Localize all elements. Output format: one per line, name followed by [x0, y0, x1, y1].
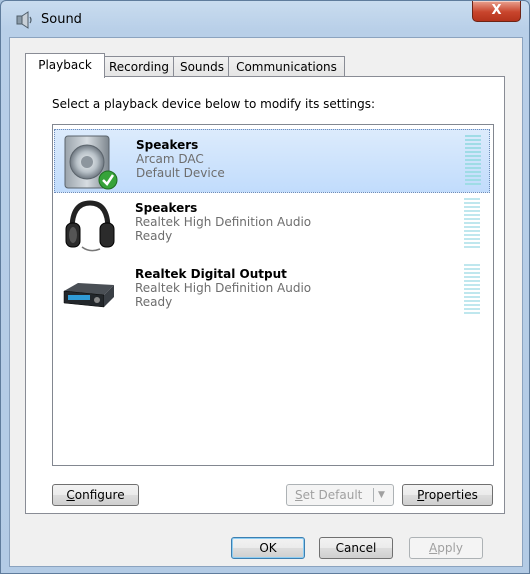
device-row-speakers-realtek[interactable]: Speakers Realtek High Definition Audio R…: [54, 193, 490, 257]
device-driver: Realtek High Definition Audio: [135, 215, 312, 229]
level-meter: [464, 264, 480, 314]
device-row-digital-output[interactable]: Realtek Digital Output Realtek High Defi…: [54, 259, 490, 323]
window-title: Sound: [41, 12, 82, 27]
device-driver: Arcam DAC: [136, 152, 204, 166]
title-bar[interactable]: Sound X: [1, 1, 529, 37]
ok-button[interactable]: OK: [231, 537, 305, 559]
tab-sounds[interactable]: Sounds: [173, 56, 231, 77]
device-row-speakers-arcam[interactable]: Speakers Arcam DAC Default Device: [54, 129, 490, 193]
level-meter: [464, 198, 480, 248]
cancel-button[interactable]: Cancel: [319, 537, 393, 559]
apply-button[interactable]: Apply: [409, 537, 483, 559]
configure-button[interactable]: Configure: [52, 484, 139, 506]
device-name: Realtek Digital Output: [135, 267, 287, 281]
close-icon: X: [491, 3, 502, 18]
device-list[interactable]: Speakers Arcam DAC Default Device Speake…: [52, 124, 494, 466]
close-button[interactable]: X: [472, 1, 521, 22]
device-text: Speakers Arcam DAC Default Device: [136, 138, 225, 180]
device-status: Ready: [135, 229, 173, 243]
chevron-down-icon[interactable]: ▼: [378, 485, 385, 505]
properties-button[interactable]: Properties: [402, 484, 493, 506]
tab-recording[interactable]: Recording: [102, 56, 176, 77]
device-text: Realtek Digital Output Realtek High Defi…: [135, 267, 311, 309]
playback-panel: Select a playback device below to modify…: [25, 76, 505, 514]
device-status: Ready: [135, 295, 173, 309]
device-text: Speakers Realtek High Definition Audio R…: [135, 201, 311, 243]
digital-receiver-icon: [63, 283, 114, 308]
speaker-title-icon: [16, 11, 32, 29]
device-status: Default Device: [136, 166, 225, 180]
device-name: Speakers: [135, 201, 198, 215]
instruction-text: Select a playback device below to modify…: [52, 97, 376, 111]
level-meter: [465, 135, 481, 185]
tab-communications[interactable]: Communications: [228, 56, 345, 77]
device-name: Speakers: [136, 138, 199, 152]
set-default-button[interactable]: Set Default ▼: [286, 484, 394, 506]
set-default-divider: [373, 488, 374, 502]
device-driver: Realtek High Definition Audio: [135, 281, 312, 295]
sound-dialog: Sound X Playback Recording Sounds Commun…: [0, 0, 530, 574]
tab-playback[interactable]: Playback: [25, 53, 105, 78]
speaker-icon: [64, 135, 118, 190]
headphones-icon: [65, 200, 115, 252]
